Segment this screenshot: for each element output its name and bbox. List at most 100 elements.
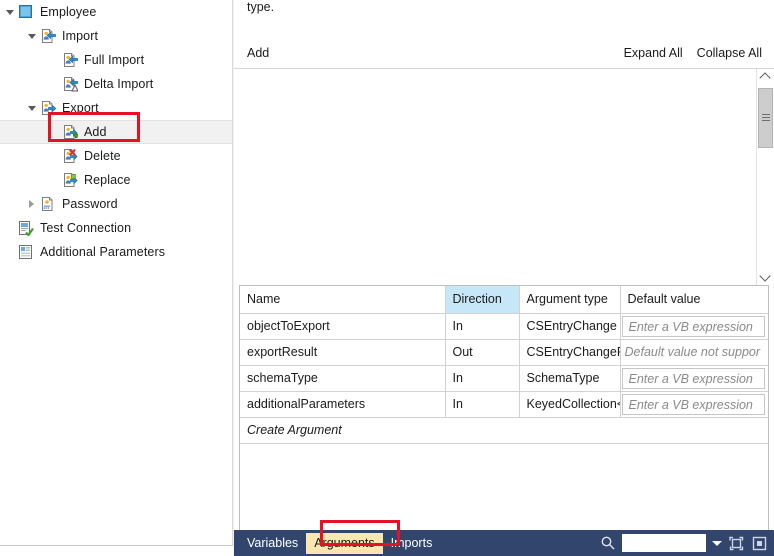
export-replace-page-icon [62,172,78,188]
cell-default-value[interactable]: Default value not suppor [620,339,768,366]
chevron-down-icon[interactable] [712,540,722,546]
search-icon[interactable] [600,535,616,551]
cell-argument-type[interactable]: SchemaType [519,365,621,392]
default-value-input[interactable]: Enter a VB expression [621,367,765,389]
tree-item-replace[interactable]: Replace [0,168,232,192]
create-argument-label[interactable]: Create Argument [240,417,768,444]
designer-hint-text: type. [247,0,275,14]
expander-spacer [4,221,18,235]
cell-argument-name[interactable]: schemaType [240,365,446,392]
canvas-vertical-scrollbar[interactable] [756,69,774,285]
expander-spacer [48,149,62,163]
collapse-all-link[interactable]: Collapse All [697,46,762,60]
table-row[interactable]: schemaType In SchemaType Enter a VB express… [240,365,768,392]
bottom-bar-tools [600,534,774,552]
expand-all-link[interactable]: Expand All [624,46,683,60]
workflow-designer-panel: type. Add Expand All Collapse All Name D… [233,0,774,556]
object-tree-panel: Employee Import Full Import Delta Import Exp… [0,0,233,546]
cell-argument-type[interactable]: CSEntryChangeRes [519,339,621,366]
default-value-input[interactable]: Enter a VB expression [621,393,765,415]
chevron-right-icon[interactable] [26,197,40,211]
test-connection-icon [18,220,34,237]
column-header-argument-type[interactable]: Argument type [519,286,621,314]
tab-variables[interactable]: Variables [239,533,306,554]
cell-direction[interactable]: In [445,313,520,340]
chevron-down-icon[interactable] [26,29,40,43]
cell-direction[interactable]: Out [445,339,520,366]
chevron-down-icon[interactable] [4,5,18,19]
cell-argument-name[interactable]: objectToExport [240,313,446,340]
column-header-direction[interactable]: Direction [445,286,520,314]
object-tree: Employee Import Full Import Delta Import Exp… [0,0,232,264]
cell-argument-type[interactable]: CSEntryChange [519,313,621,340]
full-import-page-icon [62,52,78,68]
tree-item-employee[interactable]: Employee [0,0,232,24]
delta-import-page-icon [62,76,79,92]
tree-item-password[interactable]: Password [0,192,232,216]
expander-spacer [48,77,62,91]
cell-default-value[interactable]: Enter a VB expression [620,391,768,418]
cell-direction[interactable]: In [445,365,520,392]
tab-arguments[interactable]: Arguments [306,532,383,554]
cell-direction[interactable]: In [445,391,520,418]
tree-item-label: Add [84,125,107,139]
arguments-table: Name Direction Argument type Default val… [240,286,768,444]
arguments-table-body: objectToExport In CSEntryChange Enter a VB … [240,313,768,418]
cell-argument-type[interactable]: KeyedCollection<S [519,391,621,418]
tree-item-label: Replace [84,173,131,187]
export-delete-page-icon [62,148,78,164]
search-input[interactable] [622,534,706,552]
cell-default-value[interactable]: Enter a VB expression [620,365,768,392]
scroll-track[interactable] [757,86,774,268]
scroll-thumb[interactable] [758,88,773,148]
tree-item-label: Employee [40,5,97,19]
scroll-down-button[interactable] [757,268,774,285]
canvas-surface[interactable] [234,69,756,285]
tree-item-delta-import[interactable]: Delta Import [0,72,232,96]
fit-to-screen-icon[interactable] [728,535,745,552]
tree-item-label: Import [62,29,99,43]
import-page-icon [40,28,56,44]
tree-item-delete[interactable]: Delete [0,144,232,168]
default-value-input[interactable]: Enter a VB expression [621,315,765,337]
column-header-name[interactable]: Name [240,286,446,314]
grid-empty-space [240,443,768,530]
create-argument-row[interactable]: Create Argument [240,417,768,444]
bottom-tab-bar: Variables Arguments Imports [234,530,774,556]
tree-item-full-import[interactable]: Full Import [0,48,232,72]
tree-item-label: Delta Import [84,77,154,91]
cell-argument-name[interactable]: additionalParameters [240,391,446,418]
tree-item-label: Test Connection [40,221,132,235]
add-link[interactable]: Add [247,46,269,60]
designer-canvas[interactable] [234,69,774,285]
tree-item-add[interactable]: Add [0,120,232,144]
table-row[interactable]: objectToExport In CSEntryChange Enter a VB … [240,313,768,340]
table-row[interactable]: additionalParametersInKeyedCollection<SE… [240,391,768,418]
designer-header: type. [234,0,774,38]
cell-argument-name[interactable]: exportResult [240,339,446,366]
tab-imports[interactable]: Imports [383,533,441,554]
cell-default-value[interactable]: Enter a VB expression [620,313,768,340]
expander-spacer [48,53,62,67]
column-header-default-value[interactable]: Default value [620,286,768,314]
tree-item-label: Full Import [84,53,145,67]
expander-spacer [48,125,62,139]
expander-spacer [48,173,62,187]
tree-item-export[interactable]: Export [0,96,232,120]
bottom-tabs: Variables Arguments Imports [239,532,441,554]
tree-item-label: Password [62,197,118,211]
chevron-up-icon [759,72,771,84]
expander-spacer [4,245,18,259]
scroll-up-button[interactable] [757,69,774,86]
tree-item-import[interactable]: Import [0,24,232,48]
square-blue-icon [18,4,34,20]
password-page-icon [40,196,56,212]
minimap-icon[interactable] [751,535,768,552]
table-row[interactable]: exportResultOutCSEntryChangeResDefault v… [240,339,768,366]
chevron-down-icon[interactable] [26,101,40,115]
tree-item-test-connection[interactable]: Test Connection [0,216,232,240]
additional-parameters-icon [18,244,34,260]
tree-item-additional-parameters[interactable]: Additional Parameters [0,240,232,264]
app-root: Employee Import Full Import Delta Import Exp… [0,0,774,556]
table-header-row: Name Direction Argument type Default val… [240,286,768,314]
